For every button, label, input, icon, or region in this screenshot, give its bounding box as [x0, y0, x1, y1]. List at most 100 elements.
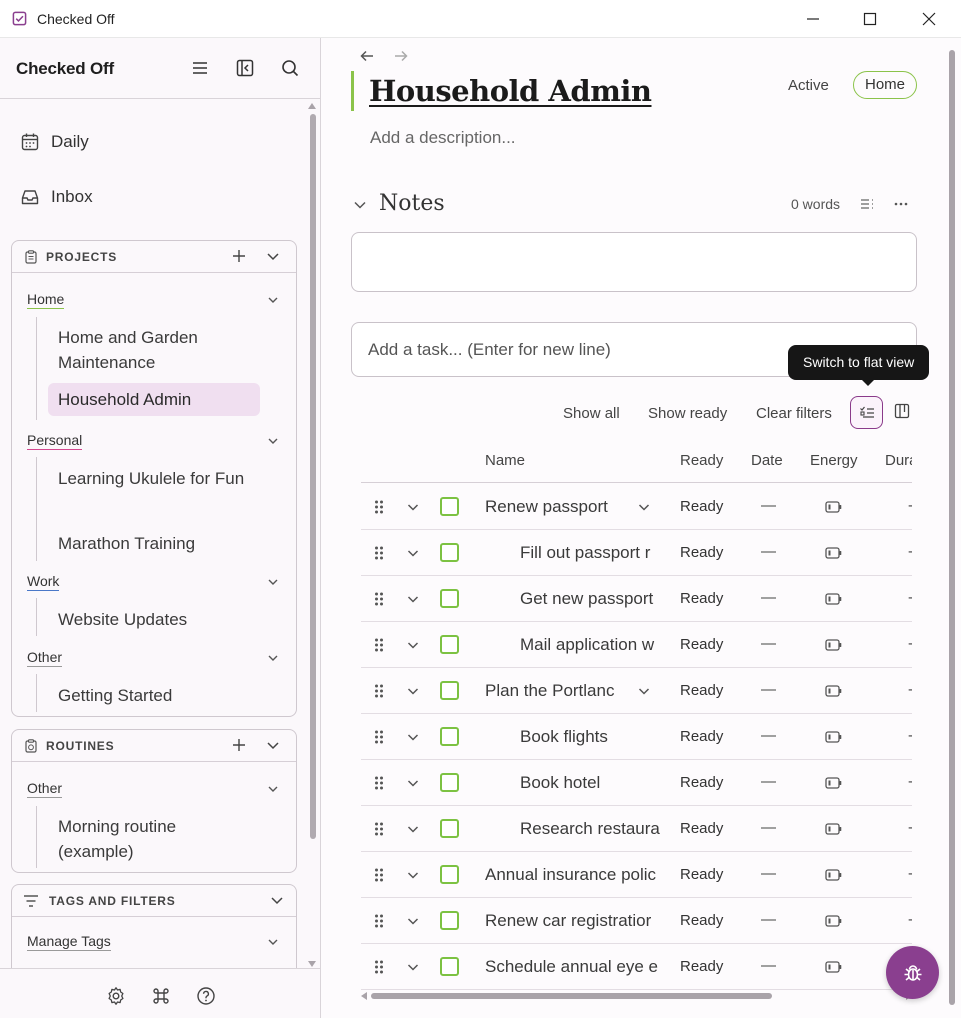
help-icon[interactable]	[196, 986, 216, 1006]
table-row[interactable]: Renew car registratior Ready — -	[361, 898, 912, 944]
drag-handle-icon[interactable]	[373, 775, 385, 791]
task-checkbox[interactable]	[440, 727, 459, 746]
task-duration[interactable]: -	[908, 773, 912, 790]
task-ready-status[interactable]: Ready	[680, 866, 723, 883]
energy-battery-icon[interactable]	[825, 638, 842, 652]
table-row[interactable]: Fill out passport r Ready — -	[361, 530, 912, 576]
table-row[interactable]: Annual insurance polic Ready — -	[361, 852, 912, 898]
task-date[interactable]: —	[761, 681, 776, 698]
drag-handle-icon[interactable]	[373, 821, 385, 837]
task-duration[interactable]: -	[908, 681, 912, 698]
chevron-down-icon[interactable]	[270, 893, 284, 907]
chevron-down-icon[interactable]	[267, 576, 279, 588]
task-ready-status[interactable]: Ready	[680, 544, 723, 561]
column-date[interactable]: Date	[751, 452, 783, 469]
task-date[interactable]: —	[761, 589, 776, 606]
chevron-down-icon[interactable]	[266, 249, 280, 263]
task-duration[interactable]: -	[908, 497, 912, 514]
expand-row-chevron-icon[interactable]	[407, 685, 419, 697]
table-row[interactable]: Book hotel Ready — -	[361, 760, 912, 806]
scroll-up-icon[interactable]	[308, 102, 316, 110]
task-name[interactable]: Book flights	[520, 727, 660, 747]
task-checkbox[interactable]	[440, 543, 459, 562]
more-options-icon[interactable]	[893, 196, 909, 212]
task-date[interactable]: —	[761, 543, 776, 560]
sidebar-scroll-thumb[interactable]	[310, 114, 316, 839]
energy-battery-icon[interactable]	[825, 960, 842, 974]
close-button[interactable]	[900, 0, 958, 38]
task-name[interactable]: Annual insurance polic	[485, 865, 661, 885]
project-item[interactable]: Website Updates	[48, 603, 260, 636]
project-item[interactable]: Marathon Training	[48, 527, 260, 560]
task-ready-status[interactable]: Ready	[680, 958, 723, 975]
task-checkbox[interactable]	[440, 911, 459, 930]
task-ready-status[interactable]: Ready	[680, 636, 723, 653]
task-ready-status[interactable]: Ready	[680, 728, 723, 745]
main-scrollbar[interactable]	[947, 46, 957, 1006]
drag-handle-icon[interactable]	[373, 545, 385, 561]
energy-battery-icon[interactable]	[825, 592, 842, 606]
projects-header[interactable]: PROJECTS	[12, 241, 296, 273]
expand-row-chevron-icon[interactable]	[407, 777, 419, 789]
routine-item[interactable]: Morning routine (example)	[48, 810, 260, 868]
task-checkbox[interactable]	[440, 865, 459, 884]
column-ready[interactable]: Ready	[680, 452, 723, 469]
task-ready-status[interactable]: Ready	[680, 912, 723, 929]
table-row[interactable]: Book flights Ready — -	[361, 714, 912, 760]
report-bug-button[interactable]	[886, 946, 939, 999]
chevron-down-icon[interactable]	[267, 936, 279, 948]
expand-row-chevron-icon[interactable]	[407, 593, 419, 605]
drag-handle-icon[interactable]	[373, 499, 385, 515]
project-item[interactable]: Learning Ukulele for Fun	[48, 462, 260, 495]
chevron-down-icon[interactable]	[267, 435, 279, 447]
task-name[interactable]: Research restaura	[520, 819, 660, 839]
task-name[interactable]: Schedule annual eye e	[485, 957, 661, 977]
forward-arrow-icon[interactable]	[393, 48, 409, 64]
task-duration[interactable]: -	[908, 635, 912, 652]
table-row[interactable]: Research restaura Ready — -	[361, 806, 912, 852]
task-name[interactable]: Get new passport	[520, 589, 660, 609]
expand-row-chevron-icon[interactable]	[407, 869, 419, 881]
table-row[interactable]: Renew passport Ready — -	[361, 484, 912, 530]
chevron-down-icon[interactable]	[267, 783, 279, 795]
task-date[interactable]: —	[761, 819, 776, 836]
table-row[interactable]: Plan the Portlanc Ready — -	[361, 668, 912, 714]
task-checkbox[interactable]	[440, 497, 459, 516]
drag-handle-icon[interactable]	[373, 867, 385, 883]
show-ready-button[interactable]: Show ready	[648, 405, 727, 422]
task-checkbox[interactable]	[440, 589, 459, 608]
energy-battery-icon[interactable]	[825, 868, 842, 882]
outline-list-icon[interactable]	[859, 196, 875, 212]
column-energy[interactable]: Energy	[810, 452, 858, 469]
column-name[interactable]: Name	[485, 452, 525, 469]
expand-row-chevron-icon[interactable]	[407, 547, 419, 559]
flat-view-toggle-button[interactable]	[850, 396, 883, 429]
energy-battery-icon[interactable]	[825, 546, 842, 560]
subtasks-chevron-icon[interactable]	[638, 501, 650, 513]
main-scroll-thumb[interactable]	[949, 50, 955, 1005]
subtasks-chevron-icon[interactable]	[638, 685, 650, 697]
back-arrow-icon[interactable]	[359, 48, 375, 64]
energy-battery-icon[interactable]	[825, 684, 842, 698]
task-duration[interactable]: -	[908, 589, 912, 606]
energy-battery-icon[interactable]	[825, 776, 842, 790]
expand-row-chevron-icon[interactable]	[407, 501, 419, 513]
menu-button[interactable]	[188, 56, 212, 80]
group-other[interactable]: Other	[27, 649, 63, 667]
routines-header[interactable]: ROUTINES	[12, 730, 296, 762]
energy-battery-icon[interactable]	[825, 730, 842, 744]
task-date[interactable]: —	[761, 957, 776, 974]
task-date[interactable]: —	[761, 911, 776, 928]
board-view-icon[interactable]	[894, 403, 910, 419]
task-date[interactable]: —	[761, 727, 776, 744]
task-duration[interactable]: -	[908, 819, 912, 836]
task-ready-status[interactable]: Ready	[680, 498, 723, 515]
nav-daily[interactable]: Daily	[20, 127, 89, 157]
nav-inbox[interactable]: Inbox	[20, 182, 93, 212]
expand-row-chevron-icon[interactable]	[407, 915, 419, 927]
sidebar-scrollbar[interactable]	[307, 102, 317, 968]
notes-editor[interactable]	[351, 232, 917, 292]
project-description[interactable]: Add a description...	[370, 128, 516, 148]
task-checkbox[interactable]	[440, 773, 459, 792]
expand-row-chevron-icon[interactable]	[407, 961, 419, 973]
